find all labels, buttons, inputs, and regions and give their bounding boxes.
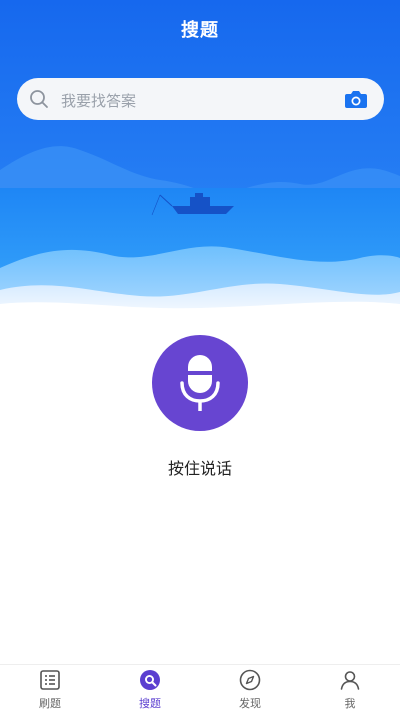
tab-search[interactable]: 搜题 <box>100 665 200 711</box>
tab-label: 我 <box>344 697 356 710</box>
microphone-icon <box>180 355 220 411</box>
voice-record-button[interactable] <box>152 335 248 431</box>
list-icon <box>40 670 60 690</box>
tab-label: 刷题 <box>39 697 61 710</box>
tab-discover[interactable]: 发现 <box>200 665 300 711</box>
search-placeholder[interactable]: 我要找答案 <box>61 90 136 111</box>
tab-label: 搜题 <box>139 697 161 710</box>
camera-icon[interactable] <box>344 88 368 110</box>
hold-to-speak-label: 按住说话 <box>167 459 232 478</box>
compass-icon <box>239 669 261 691</box>
tab-label: 发现 <box>239 697 261 710</box>
search-bubble-icon <box>140 670 160 690</box>
search-bar[interactable]: 我要找答案 <box>17 78 384 120</box>
hero-banner <box>0 0 400 312</box>
sea-illustration <box>0 0 400 312</box>
tab-practice[interactable]: 刷题 <box>0 665 100 711</box>
user-icon <box>340 671 360 690</box>
bottom-tab-bar: 刷题 搜题 发现 我 <box>0 664 400 711</box>
page-title: 搜题 <box>181 20 219 41</box>
tab-me[interactable]: 我 <box>300 665 400 711</box>
search-icon <box>30 90 48 108</box>
